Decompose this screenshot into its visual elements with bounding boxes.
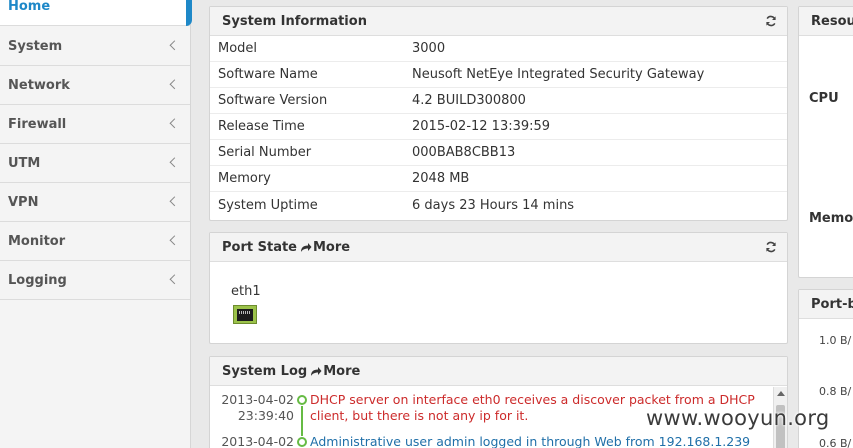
system-log-header: System Log More: [210, 357, 787, 386]
port-state-header: Port State More: [210, 233, 787, 262]
system-info-panel: System Information Model 3000 Software N…: [209, 6, 788, 221]
resource-header: Resou: [799, 7, 853, 36]
info-label: Serial Number: [218, 145, 312, 160]
panel-title: Resou: [811, 13, 853, 29]
scroll-up-icon[interactable]: [777, 391, 785, 396]
sidebar-item-label: System: [8, 38, 63, 54]
sidebar-item-label: Home: [8, 0, 51, 14]
system-info-header: System Information: [210, 7, 787, 36]
info-value: 2048 MB: [412, 171, 470, 186]
info-row: Release Time 2015-02-12 13:39:59: [210, 114, 787, 140]
info-value: 000BAB8CBB13: [412, 145, 516, 160]
sidebar-item-label: VPN: [8, 194, 39, 210]
info-value: 3000: [412, 41, 446, 56]
sidebar-item-vpn[interactable]: VPN: [0, 183, 190, 222]
sidebar-item-network[interactable]: Network: [0, 66, 190, 105]
sidebar-item-label: UTM: [8, 155, 41, 171]
info-row: Software Name Neusoft NetEye Integrated …: [210, 62, 787, 88]
info-value: Neusoft NetEye Integrated Security Gatew…: [412, 67, 705, 82]
resource-panel: Resou CPU Memor: [798, 6, 853, 278]
share-arrow-icon: [311, 366, 322, 376]
sidebar-item-label: Network: [8, 77, 70, 93]
chevron-left-icon: [169, 157, 180, 168]
more-label: More: [313, 239, 351, 255]
info-row: Model 3000: [210, 36, 787, 62]
log-date: 2013-04-02: [221, 392, 294, 407]
log-entry: 2013-04-02 Administrative user admin log…: [210, 434, 773, 448]
info-value: 6 days 23 Hours 14 mins: [412, 197, 575, 213]
log-timestamp: 2013-04-02: [210, 434, 294, 448]
info-value: 4.2 BUILD300800: [412, 93, 526, 108]
panel-title: Port-b: [811, 296, 853, 312]
ethernet-port-icon[interactable]: [233, 305, 257, 324]
info-row: System Uptime 6 days 23 Hours 14 mins: [210, 192, 787, 218]
more-label: More: [323, 363, 361, 379]
port-name: eth1: [231, 284, 261, 299]
info-label: Software Version: [218, 93, 328, 108]
sidebar-item-logging[interactable]: Logging: [0, 261, 190, 300]
ethernet-jack: [237, 308, 253, 321]
log-date: 2013-04-02: [221, 434, 294, 448]
memory-label: Memor: [809, 211, 853, 226]
sidebar-item-label: Logging: [8, 272, 67, 288]
refresh-icon[interactable]: [765, 241, 777, 253]
sidebar-item-home[interactable]: Home: [0, 0, 192, 26]
refresh-icon[interactable]: [765, 15, 777, 27]
chevron-left-icon: [169, 196, 180, 207]
info-row: Serial Number 000BAB8CBB13: [210, 140, 787, 166]
info-value: 2015-02-12 13:39:59: [412, 119, 551, 134]
info-label: System Uptime: [218, 197, 318, 213]
sidebar-item-utm[interactable]: UTM: [0, 144, 190, 183]
cpu-label: CPU: [809, 91, 839, 106]
active-indicator: [186, 0, 192, 26]
port-state-panel: Port State More eth1: [209, 232, 788, 344]
port-bandwidth-header: Port-b: [799, 290, 853, 319]
info-row: Memory 2048 MB: [210, 166, 787, 192]
chevron-left-icon: [169, 79, 180, 90]
y-tick-label: 0.8 B/: [819, 385, 852, 398]
system-log-panel: System Log More 2013-04-02 23:39:40 DHCP…: [209, 356, 788, 448]
more-link[interactable]: More: [310, 364, 360, 379]
share-arrow-icon: [301, 242, 312, 252]
log-timestamp: 2013-04-02 23:39:40: [210, 392, 294, 424]
timeline-line: [301, 406, 303, 436]
more-link[interactable]: More: [300, 240, 350, 255]
sidebar-item-firewall[interactable]: Firewall: [0, 105, 190, 144]
log-message: Administrative user admin logged in thro…: [310, 434, 751, 448]
sidebar-item-label: Monitor: [8, 233, 66, 249]
timeline-dot-icon: [297, 437, 307, 447]
info-row: Software Version 4.2 BUILD300800: [210, 88, 787, 114]
info-label: Model: [218, 41, 258, 56]
log-time: 23:39:40: [237, 408, 294, 423]
timeline-dot-icon: [297, 395, 307, 405]
sidebar-item-label: Firewall: [8, 116, 67, 132]
panel-title: System Log: [222, 363, 308, 379]
y-tick-label: 0.6 B/: [819, 437, 852, 448]
panel-title: System Information: [222, 13, 367, 29]
panel-title: Port State: [222, 239, 297, 255]
info-label: Software Name: [218, 67, 318, 82]
y-tick-label: 1.0 B/: [819, 334, 852, 347]
chevron-left-icon: [169, 235, 180, 246]
sidebar-item-system[interactable]: System: [0, 27, 190, 66]
info-label: Release Time: [218, 119, 305, 134]
info-label: Memory: [218, 171, 271, 186]
sidebar: Home System Network Firewall UTM VPN Mon…: [0, 0, 192, 448]
chevron-left-icon: [169, 118, 180, 129]
sidebar-item-monitor[interactable]: Monitor: [0, 222, 190, 261]
watermark: www.wooyun.org: [646, 406, 830, 430]
system-info-table: Model 3000 Software Name Neusoft NetEye …: [210, 36, 787, 218]
chevron-left-icon: [169, 40, 180, 51]
chevron-left-icon: [169, 274, 180, 285]
